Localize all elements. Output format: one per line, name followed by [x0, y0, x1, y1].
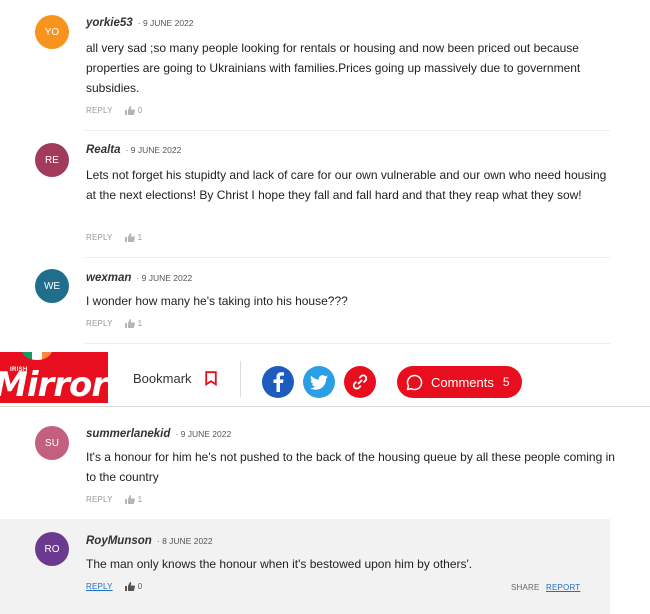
avatar[interactable]: WE — [35, 269, 69, 303]
comment-date: · 8 JUNE 2022 — [156, 536, 213, 546]
irish-flag-icon — [22, 352, 52, 360]
link-icon — [352, 374, 368, 390]
avatar[interactable]: YO — [35, 15, 69, 49]
comment-body: all very sad ;so many people looking for… — [86, 41, 581, 95]
like-count: 0 — [137, 582, 143, 591]
facebook-share-button[interactable] — [262, 366, 294, 398]
share-toolbar: IRISH Mirror Bookmark Comments 5 — [0, 349, 650, 407]
reply-button[interactable]: REPLY — [86, 106, 113, 115]
comment-author[interactable]: RoyMunson — [86, 535, 152, 547]
reply-button[interactable]: REPLY — [86, 233, 113, 242]
comment-author[interactable]: yorkie53 — [86, 17, 133, 29]
like-button[interactable]: 1 — [124, 233, 143, 242]
twitter-share-button[interactable] — [303, 366, 335, 398]
like-count: 1 — [137, 319, 143, 328]
reply-button[interactable]: REPLY — [86, 495, 113, 504]
thumbs-up-icon — [124, 582, 135, 591]
comment-body: Lets not forget his stupidty and lack of… — [86, 168, 607, 202]
like-button[interactable]: 0 — [124, 582, 143, 591]
divider — [84, 343, 610, 344]
comments-count: 5 — [502, 375, 510, 389]
like-count: 1 — [137, 233, 143, 242]
divider — [84, 130, 610, 131]
comment-bubble-icon — [406, 374, 423, 390]
comment-body: The man only knows the honour when it's … — [86, 557, 473, 571]
twitter-icon — [310, 374, 328, 390]
divider — [84, 257, 610, 258]
toolbar-separator — [240, 361, 241, 397]
avatar[interactable]: SU — [35, 426, 69, 460]
comment-date: · 9 JUNE 2022 — [125, 145, 182, 155]
comment-author[interactable]: Realta — [86, 144, 121, 156]
comment-meta: yorkie53 · 9 JUNE 2022 — [86, 17, 194, 29]
like-button[interactable]: 1 — [124, 319, 143, 328]
comment-actions: REPLY 1 — [86, 233, 142, 242]
comment-author[interactable]: wexman — [86, 272, 131, 284]
logo-text: Mirror — [0, 365, 108, 403]
reply-button[interactable]: REPLY — [86, 319, 113, 328]
comments-button[interactable]: Comments 5 — [397, 366, 522, 398]
comment-meta: RoyMunson · 8 JUNE 2022 — [86, 535, 213, 547]
like-button[interactable]: 1 — [124, 495, 143, 504]
comment-body: It's a honour for him he's not pushed to… — [86, 450, 615, 484]
thumbs-up-icon — [124, 495, 135, 504]
comment-actions: REPLY 0 — [86, 582, 142, 591]
comment-actions: REPLY 1 — [86, 495, 142, 504]
facebook-icon — [273, 372, 284, 392]
bookmark-button[interactable]: Bookmark — [133, 371, 217, 386]
reply-button[interactable]: REPLY — [86, 582, 113, 591]
bookmark-icon — [204, 371, 217, 386]
copy-link-button[interactable] — [344, 366, 376, 398]
comment-meta: Realta · 9 JUNE 2022 — [86, 144, 181, 156]
comment-author[interactable]: summerlanekid — [86, 428, 170, 440]
bookmark-label: Bookmark — [133, 371, 192, 386]
avatar[interactable]: RE — [35, 143, 69, 177]
thumbs-up-icon — [124, 233, 135, 242]
thumbs-up-icon — [124, 106, 135, 115]
thumbs-up-icon — [124, 319, 135, 328]
comment-meta: wexman · 9 JUNE 2022 — [86, 272, 192, 284]
comment-date: · 9 JUNE 2022 — [136, 273, 193, 283]
report-button[interactable]: REPORT — [546, 583, 580, 592]
like-button[interactable]: 0 — [124, 106, 143, 115]
comment-actions: REPLY 1 — [86, 319, 142, 328]
comment-date: · 9 JUNE 2022 — [137, 18, 194, 28]
avatar[interactable]: RO — [35, 532, 69, 566]
like-count: 1 — [137, 495, 143, 504]
share-button[interactable]: SHARE — [511, 583, 540, 592]
comment-body: I wonder how many he's taking into his h… — [86, 294, 348, 308]
comments-label: Comments — [431, 374, 494, 390]
comment-date: · 9 JUNE 2022 — [175, 429, 232, 439]
irish-mirror-logo[interactable]: IRISH Mirror — [0, 352, 108, 403]
like-count: 0 — [137, 106, 143, 115]
comment-meta: summerlanekid · 9 JUNE 2022 — [86, 428, 231, 440]
comment-actions: REPLY 0 — [86, 106, 142, 115]
